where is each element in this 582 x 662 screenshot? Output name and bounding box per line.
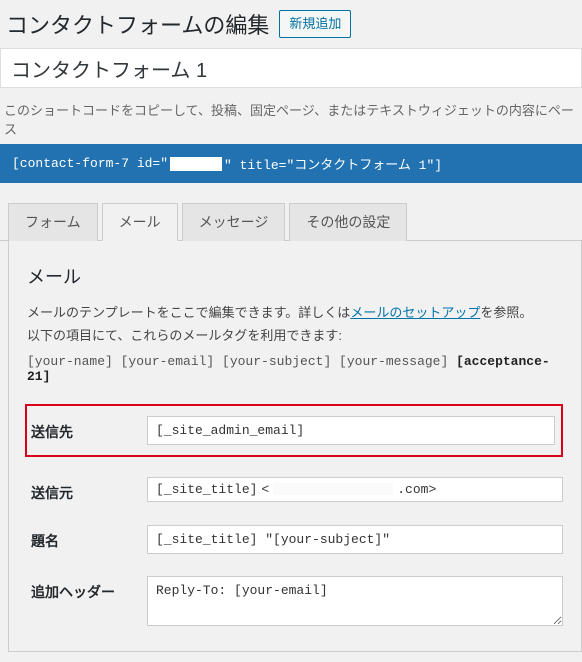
from-redacted	[273, 483, 393, 495]
tabs: フォーム メール メッセージ その他の設定	[0, 203, 582, 241]
tab-other[interactable]: その他の設定	[289, 203, 407, 241]
tab-messages[interactable]: メッセージ	[182, 203, 286, 241]
shortcode-id-redacted	[170, 157, 222, 171]
field-row-to: 送信先	[25, 404, 563, 457]
shortcode-prefix: [contact-form-7 id="	[12, 156, 168, 171]
form-title-input[interactable]	[0, 48, 582, 88]
mail-heading: メール	[27, 263, 563, 289]
field-row-from: 送信元 [_site_title] < .com>	[27, 477, 563, 503]
mail-setup-link[interactable]: メールのセットアップ	[350, 305, 480, 320]
headers-label: 追加ヘッダー	[27, 576, 147, 602]
headers-input[interactable]	[147, 576, 563, 626]
to-input[interactable]	[147, 416, 555, 445]
to-label: 送信先	[27, 416, 147, 442]
from-input[interactable]: [_site_title] < .com>	[147, 477, 563, 502]
shortcode-box[interactable]: [contact-form-7 id=" " title="コンタクトフォーム …	[0, 144, 582, 183]
subject-input[interactable]	[147, 525, 563, 554]
add-new-button[interactable]: 新規追加	[279, 10, 351, 38]
mail-panel: メール メールのテンプレートをここで編集できます。詳しくはメールのセットアップを…	[8, 241, 582, 652]
shortcode-suffix: " title="コンタクトフォーム 1"]	[224, 154, 442, 173]
tab-mail[interactable]: メール	[102, 203, 178, 241]
field-row-headers: 追加ヘッダー	[27, 576, 563, 629]
page-title: コンタクトフォームの編集	[6, 8, 269, 40]
mail-tags: [your-name] [your-email] [your-subject] …	[27, 354, 563, 384]
shortcode-description: このショートコードをコピーして、投稿、固定ページ、またはテキストウィジェットの内…	[0, 96, 582, 144]
from-label: 送信元	[27, 477, 147, 503]
tab-form[interactable]: フォーム	[8, 203, 98, 241]
field-row-subject: 題名	[27, 525, 563, 554]
mail-description: メールのテンプレートをここで編集できます。詳しくはメールのセットアップを参照。 …	[27, 301, 563, 348]
subject-label: 題名	[27, 525, 147, 551]
